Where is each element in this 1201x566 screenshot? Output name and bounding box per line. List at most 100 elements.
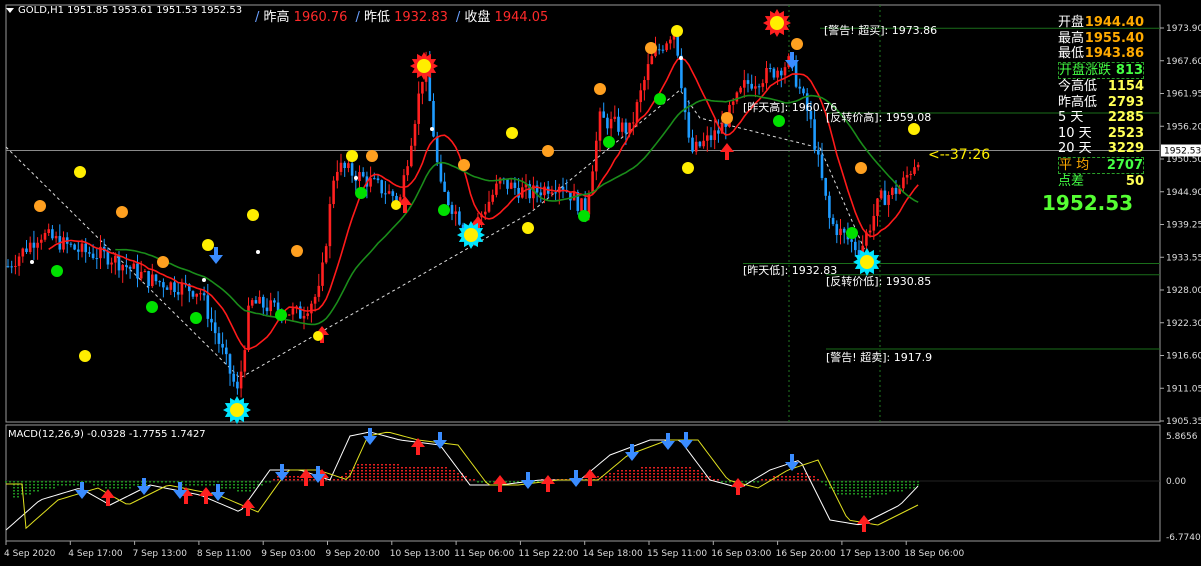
- macd-histogram-bar: [617, 473, 619, 475]
- macd-histogram-bar: [153, 481, 155, 483]
- candle-body: [750, 83, 753, 89]
- candle-body: [243, 350, 247, 372]
- macd-histogram-bar: [893, 484, 895, 486]
- macd-histogram-bar: [209, 484, 211, 486]
- candle-body: [328, 204, 332, 247]
- candle-body: [380, 180, 383, 194]
- quote-separator: /: [255, 10, 264, 25]
- macd-histogram-bar: [837, 484, 839, 486]
- macd-histogram-bar: [625, 470, 627, 472]
- macd-histogram-bar: [677, 473, 679, 475]
- macd-histogram-bar: [613, 476, 615, 478]
- macd-histogram-bar: [109, 481, 111, 483]
- macd-histogram-bar: [625, 479, 627, 481]
- candle-body: [887, 195, 890, 205]
- macd-histogram-bar: [13, 490, 15, 492]
- macd-histogram-bar: [653, 479, 655, 481]
- stats-row: 昨高低 2793: [1058, 95, 1144, 111]
- macd-histogram-bar: [309, 479, 311, 481]
- candle-body: [80, 243, 84, 252]
- macd-histogram-bar: [401, 470, 403, 472]
- macd-histogram-bar: [29, 484, 31, 486]
- macd-histogram-bar: [365, 467, 367, 469]
- macd-histogram-bar: [449, 470, 451, 472]
- macd-histogram-bar: [881, 481, 883, 483]
- macd-histogram-bar: [57, 481, 59, 483]
- orange-signal-dot: [34, 200, 46, 212]
- macd-histogram-bar: [437, 467, 439, 469]
- macd-histogram-bar: [669, 479, 671, 481]
- macd-histogram-bar: [409, 473, 411, 475]
- price-tick-label: 1922.30: [1166, 319, 1201, 329]
- candle-body: [776, 70, 779, 78]
- candle-body: [154, 274, 158, 282]
- macd-histogram-bar: [397, 470, 399, 472]
- macd-histogram-bar: [409, 470, 411, 472]
- macd-histogram-bar: [685, 473, 687, 475]
- stats-label: 开盘涨跌: [1059, 62, 1112, 78]
- macd-histogram-bar: [881, 484, 883, 486]
- candle-body: [421, 81, 424, 94]
- candle-body: [14, 265, 17, 267]
- time-tick-label: 15 Sep 11:00: [647, 549, 707, 559]
- macd-histogram-bar: [709, 476, 711, 478]
- macd-histogram-bar: [609, 473, 611, 475]
- macd-histogram-bar: [393, 470, 395, 472]
- macd-histogram-bar: [637, 476, 639, 478]
- macd-histogram-bar: [381, 467, 383, 469]
- time-tick-label: 4 Sep 17:00: [68, 549, 123, 559]
- macd-histogram-bar: [685, 467, 687, 469]
- macd-histogram-bar: [669, 473, 671, 475]
- macd-histogram-bar: [213, 484, 215, 486]
- macd-histogram-bar: [817, 479, 819, 481]
- macd-histogram-bar: [637, 473, 639, 475]
- macd-histogram-bar: [425, 479, 427, 481]
- macd-histogram-bar: [373, 476, 375, 478]
- macd-histogram-bar: [673, 476, 675, 478]
- macd-histogram-bar: [357, 467, 359, 469]
- macd-histogram-bar: [13, 496, 15, 498]
- stats-label: 最高: [1058, 30, 1085, 46]
- stats-row: 开盘 1944.40: [1058, 15, 1144, 31]
- macd-histogram-bar: [673, 470, 675, 472]
- stats-value: 1955.40: [1084, 30, 1144, 46]
- reversal-high-label: [反转价高]: 1959.08: [826, 111, 932, 124]
- symbol-header[interactable]: GOLD,H1 1951.85 1953.61 1951.53 1952.53: [6, 5, 242, 16]
- price-tick-label: 1933.55: [1166, 253, 1201, 263]
- candle-body: [824, 178, 827, 196]
- macd-histogram-bar: [285, 479, 287, 481]
- macd-histogram-bar: [633, 470, 635, 472]
- stats-label: 10 天: [1058, 125, 1092, 141]
- macd-histogram-bar: [861, 487, 863, 489]
- dropdown-triangle-icon[interactable]: [6, 7, 14, 13]
- macd-up-arrow-icon: [583, 469, 597, 486]
- time-tick-label: 7 Sep 13:00: [133, 549, 188, 559]
- candle-body: [595, 140, 598, 172]
- macd-histogram-bar: [841, 487, 843, 489]
- macd-histogram-bar: [661, 470, 663, 472]
- macd-histogram-bar: [861, 490, 863, 492]
- chart-canvas[interactable]: 1973.901967.601961.951956.201950.501944.…: [0, 0, 1201, 566]
- macd-histogram-bar: [29, 493, 31, 495]
- candle-body: [180, 282, 184, 295]
- candle-body: [117, 255, 121, 271]
- macd-histogram-bar: [697, 479, 699, 481]
- macd-histogram-bar: [885, 490, 887, 492]
- macd-histogram-bar: [117, 484, 119, 486]
- candle-body: [842, 228, 846, 233]
- macd-histogram-bar: [777, 479, 779, 481]
- macd-histogram-bar: [693, 470, 695, 472]
- candle-body: [909, 173, 913, 175]
- small-white-dot: [30, 260, 34, 264]
- candle-body: [702, 140, 705, 147]
- macd-histogram-bar: [5, 481, 7, 483]
- macd-histogram-bar: [41, 487, 43, 489]
- candle-body: [206, 295, 210, 319]
- macd-up-arrow-icon: [857, 515, 871, 532]
- macd-histogram-bar: [833, 487, 835, 489]
- candle-body: [447, 191, 450, 206]
- macd-histogram-bar: [405, 470, 407, 472]
- candle-body: [195, 293, 198, 297]
- candle-body: [916, 164, 920, 168]
- macd-histogram-bar: [809, 476, 811, 478]
